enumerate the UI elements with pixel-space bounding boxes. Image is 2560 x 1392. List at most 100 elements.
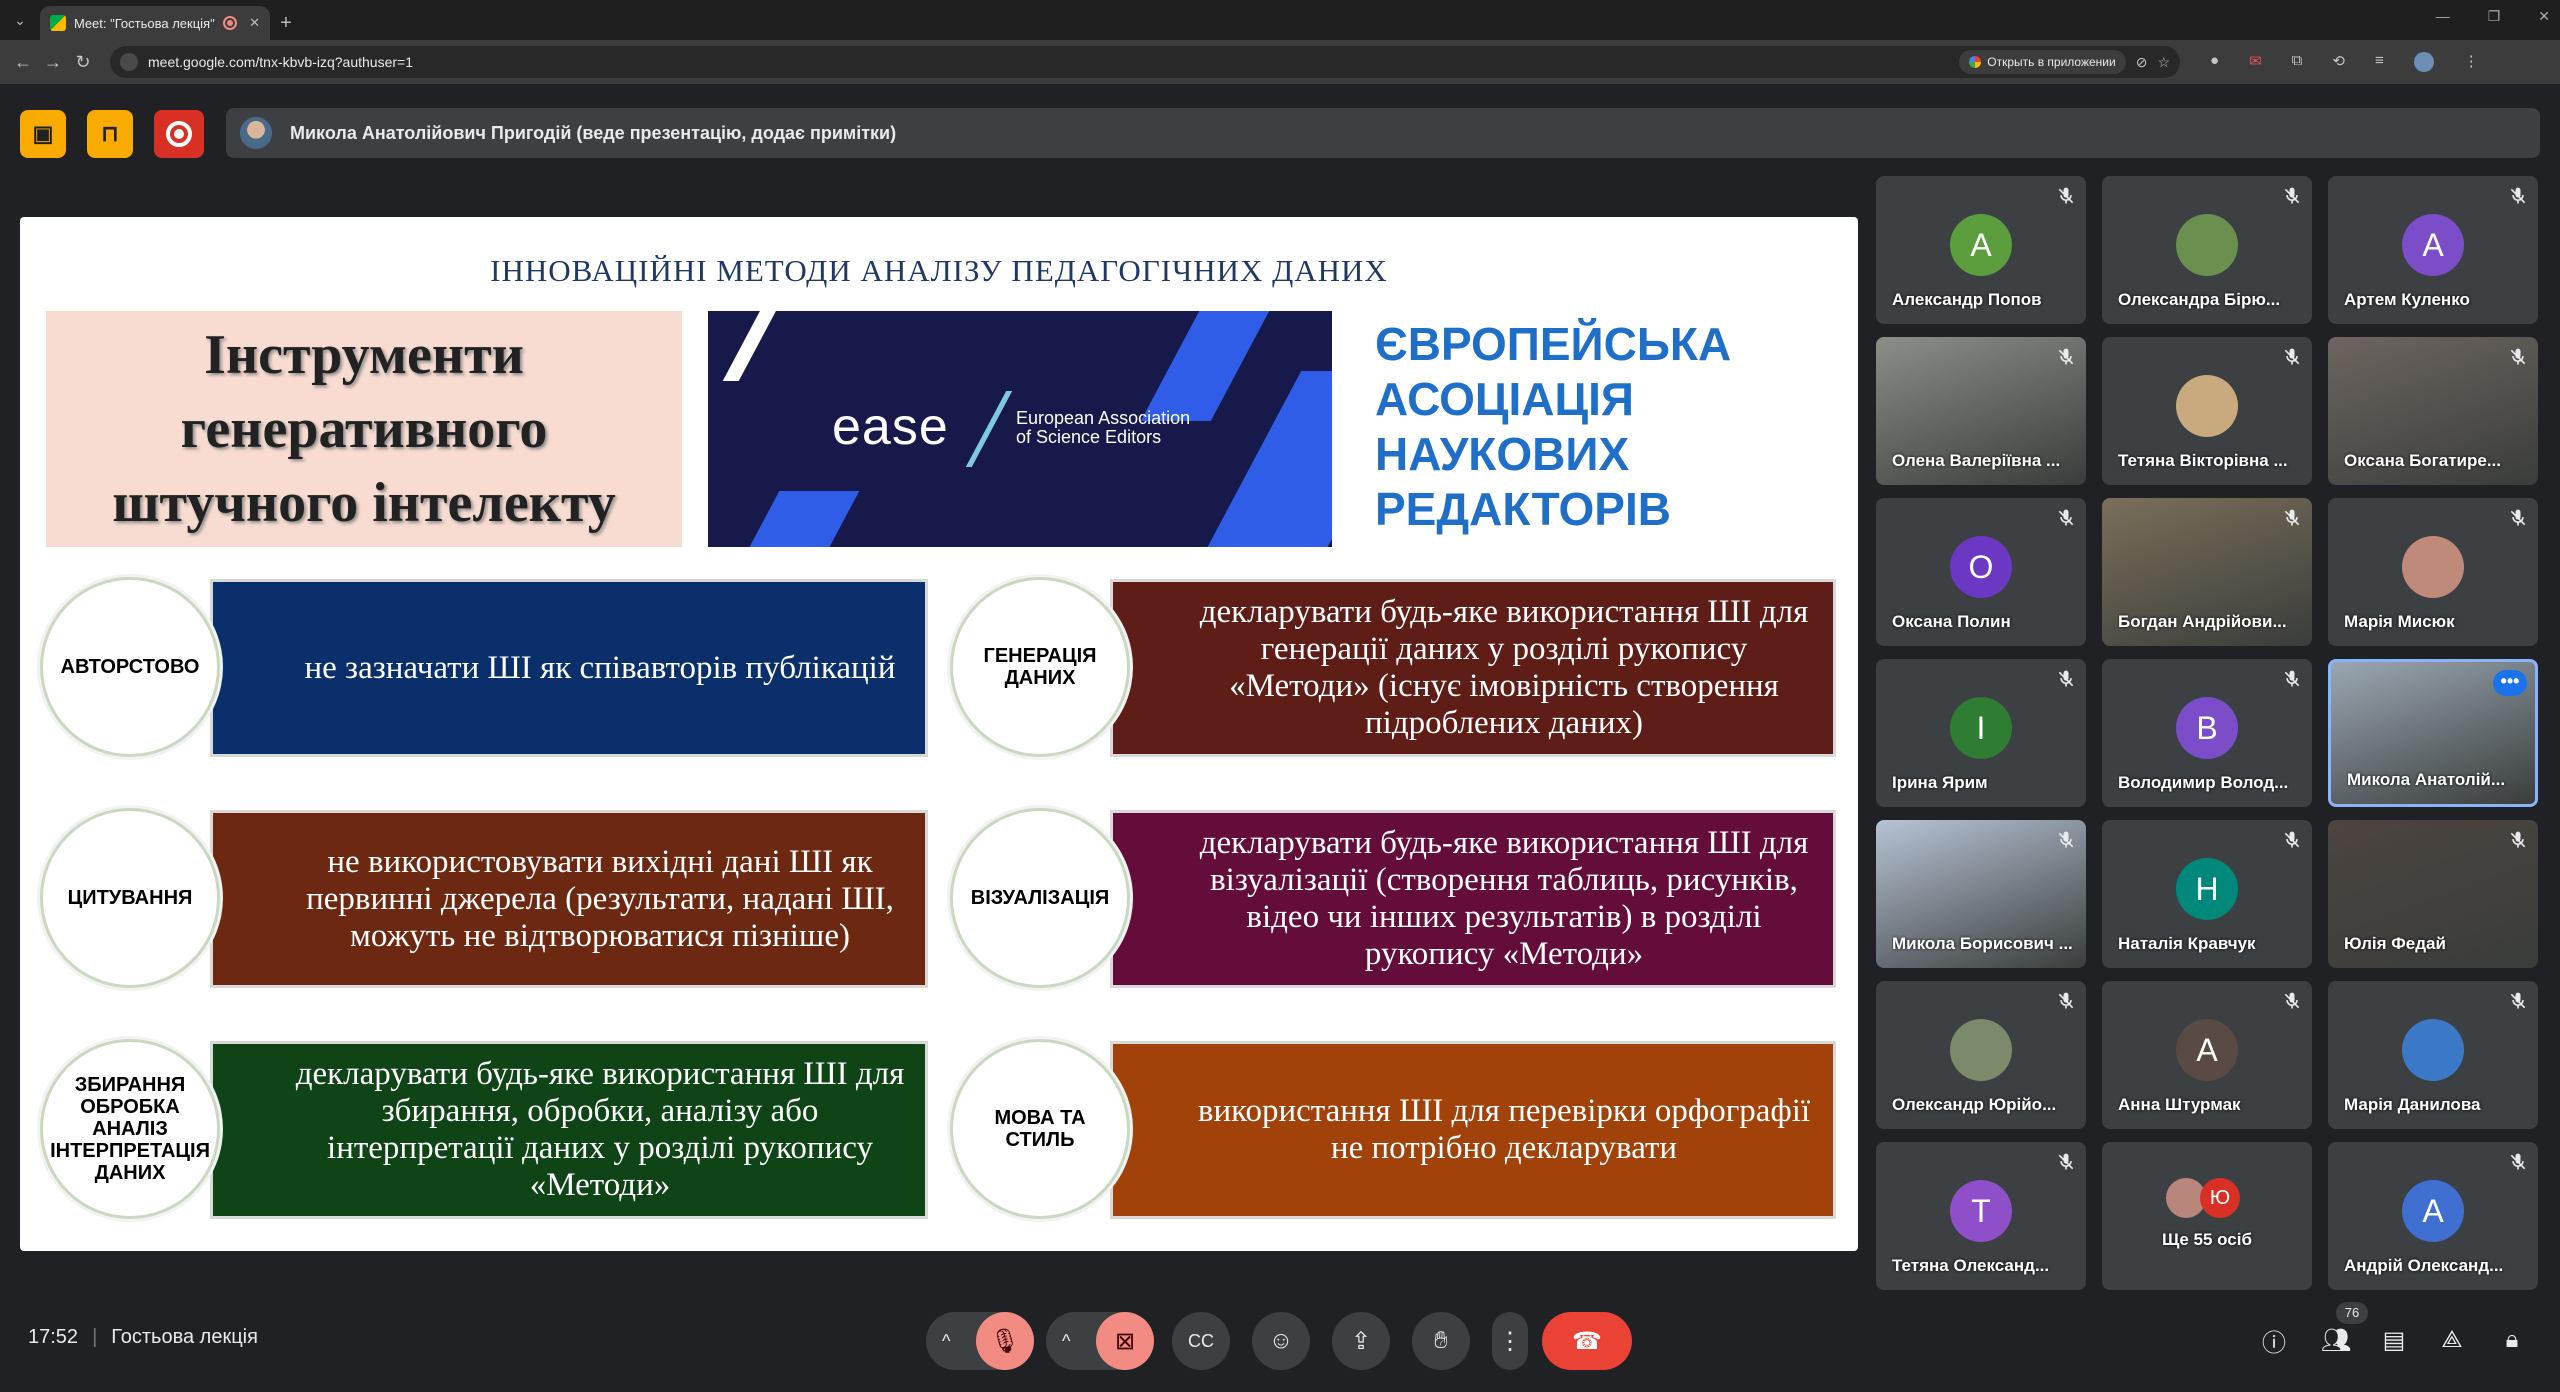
ease-logo-word: ease <box>832 398 949 456</box>
participant-tile[interactable]: О Оксана Полин <box>1876 498 2086 646</box>
mic-off-icon <box>2056 669 2076 689</box>
participant-tile[interactable]: Т Тетяна Олександ... <box>1876 1142 2086 1290</box>
item-text: використання ШІ для перевірки орфографії… <box>1197 1093 1811 1166</box>
tab-title: Meet: "Гостьова лекція" <box>74 15 215 31</box>
tab-search-icon[interactable]: ⌄ <box>0 0 40 40</box>
extension-icon[interactable]: ● <box>2210 52 2219 72</box>
more-options-button[interactable]: ⋮ <box>1492 1312 1528 1370</box>
host-controls-button[interactable]: 🔒︎ <box>2488 1316 2536 1364</box>
participant-tile[interactable]: Марія Мисюк <box>2328 498 2538 646</box>
raise-hand-button[interactable]: ✋︎ <box>1412 1312 1470 1370</box>
bookmark-star-icon[interactable]: ☆ <box>2157 54 2170 71</box>
mic-off-icon <box>2056 1152 2076 1172</box>
participant-tile[interactable]: Тетяна Вікторівна ... <box>2102 337 2312 485</box>
participant-tile[interactable]: Богдан Андрійови... <box>2102 498 2312 646</box>
mic-off-icon <box>2282 186 2302 206</box>
forward-icon[interactable]: → <box>38 52 68 73</box>
mic-off-icon <box>2508 1152 2528 1172</box>
browser-toolbar: ← → ↻ meet.google.com/tnx-kbvb-izq?authu… <box>0 40 2560 84</box>
participant-name: Анна Штурмак <box>2118 1095 2241 1114</box>
association-line: ЄВРОПЕЙСЬКА <box>1375 318 1732 370</box>
participant-avatar: Н <box>2176 858 2238 920</box>
present-screen-button[interactable]: ⇪ <box>1332 1312 1390 1370</box>
maximize-icon[interactable]: ❐ <box>2488 8 2501 25</box>
open-in-app-button[interactable]: Открыть в приложении <box>1959 50 2126 74</box>
leave-call-button[interactable]: ☎ <box>1542 1312 1632 1370</box>
camera-off-icon: ⊠ <box>1114 1327 1136 1355</box>
captions-button[interactable]: CC <box>1172 1312 1230 1370</box>
participant-avatar: А <box>2402 1180 2464 1242</box>
association-line: РЕДАКТОРІВ <box>1375 483 1671 535</box>
participant-tile[interactable]: Микола Борисович ... <box>1876 820 2086 968</box>
item-label-circle: ГЕНЕРАЦІЯ ДАНИХ <box>950 577 1130 757</box>
participant-tile[interactable]: Н Наталія Кравчук <box>2102 820 2312 968</box>
item-text: декларувати будь-яке використання ШІ для… <box>1199 825 1809 972</box>
ease-logo-subtitle: European Association of Science Editors <box>1016 409 1190 447</box>
participant-tile[interactable]: Ю Ще 55 осіб <box>2102 1142 2312 1290</box>
presentation-bar: ▣ ⊓ Микола Анатолійович Пригодій (веде п… <box>0 84 2560 180</box>
participant-tile[interactable]: А Анна Штурмак <box>2102 981 2312 1129</box>
close-window-icon[interactable]: ✕ <box>2538 8 2550 25</box>
participant-tile[interactable]: Оксана Богатире... <box>2328 337 2538 485</box>
participant-name: Оксана Богатире... <box>2344 451 2501 470</box>
participant-tile[interactable]: А Андрій Олександ... <box>2328 1142 2538 1290</box>
browser-tab-bar: ⌄ Meet: "Гостьова лекція" ✕ + — ❐ ✕ <box>0 0 2560 40</box>
chat-button[interactable]: ▤ <box>2370 1316 2418 1364</box>
mic-off-icon <box>2508 508 2528 528</box>
site-info-icon[interactable] <box>120 53 138 71</box>
item-text: декларувати будь-яке використання ШІ для… <box>1199 594 1809 741</box>
microphone-toggle-button[interactable]: 🎙︎ <box>976 1312 1034 1370</box>
browser-tab-meet[interactable]: Meet: "Гостьова лекція" ✕ <box>40 6 270 40</box>
tab-groups-icon[interactable]: ⟲ <box>2332 52 2345 72</box>
extensions-area: ● ✉ ⧉ ⟲ ≡ ⋮ <box>2210 52 2479 72</box>
mic-off-icon <box>2056 508 2076 528</box>
participant-tile[interactable]: Олександра Бірю... <box>2102 176 2312 324</box>
participant-tile[interactable]: Юлія Федай <box>2328 820 2538 968</box>
extensions-puzzle-icon[interactable]: ⧉ <box>2292 52 2303 72</box>
recording-button[interactable] <box>154 110 204 158</box>
participant-tile[interactable]: В Володимир Волод... <box>2102 659 2312 807</box>
stop-captions-icon[interactable]: ▣ <box>20 110 66 158</box>
presenter-avatar <box>240 117 272 149</box>
participant-tile[interactable]: Олександр Юрійо... <box>1876 981 2086 1129</box>
participant-name: Ірина Ярим <box>1892 773 1988 792</box>
reading-list-icon[interactable]: ≡ <box>2375 52 2384 72</box>
participant-name: Марія Данилова <box>2344 1095 2481 1114</box>
address-bar[interactable]: meet.google.com/tnx-kbvb-izq?authuser=1 … <box>110 46 2180 78</box>
participant-tile[interactable]: Марія Данилова <box>2328 981 2538 1129</box>
participant-avatar: І <box>1950 697 2012 759</box>
participant-tile[interactable]: Олена Валеріївна ... <box>1876 337 2086 485</box>
minimize-icon[interactable]: — <box>2436 8 2450 25</box>
lock-person-icon: 🔒︎ <box>2505 1326 2519 1353</box>
back-icon[interactable]: ← <box>8 52 38 73</box>
participant-tile[interactable]: ••• Микола Анатолій... <box>2328 659 2538 807</box>
item-text-bar: декларувати будь-яке використання ШІ для… <box>1110 579 1836 757</box>
activities-icon: ⟁ <box>2441 1326 2463 1353</box>
heading-line: генеративного <box>180 398 548 460</box>
meeting-details-button[interactable]: ⓘ <box>2250 1316 2298 1364</box>
participant-tile[interactable]: І Ірина Ярим <box>1876 659 2086 807</box>
presentation-mode-icon[interactable]: ⊓ <box>87 110 133 158</box>
emoji-reactions-button[interactable]: ☺ <box>1252 1312 1310 1370</box>
ease-logo: ease European Association of Science Edi… <box>708 311 1332 547</box>
meeting-info: 17:52 | Гостьова лекція <box>28 1326 258 1348</box>
activities-button[interactable]: ⟁ <box>2428 1316 2476 1364</box>
window-controls: — ❐ ✕ <box>2436 8 2550 25</box>
participant-name: Марія Мисюк <box>2344 612 2455 631</box>
new-tab-button[interactable]: + <box>270 6 302 40</box>
profile-avatar[interactable] <box>2413 52 2434 72</box>
association-title: ЄВРОПЕЙСЬКА АСОЦІАЦІЯ НАУКОВИХ РЕДАКТОРІ… <box>1375 317 1815 537</box>
reload-icon[interactable]: ↻ <box>68 52 98 73</box>
ease-sub-line: of Science Editors <box>1016 427 1162 447</box>
participant-tile[interactable]: А Александр Попов <box>1876 176 2086 324</box>
item-text-bar: використання ШІ для перевірки орфографії… <box>1110 1041 1836 1219</box>
participant-tile[interactable]: А Артем Куленко <box>2328 176 2538 324</box>
close-tab-icon[interactable]: ✕ <box>249 15 260 31</box>
participant-name: Олена Валеріївна ... <box>1892 451 2061 470</box>
camera-toggle-button[interactable]: ⊠ <box>1096 1312 1154 1370</box>
participant-name: Юлія Федай <box>2344 934 2446 953</box>
extension-icon[interactable]: ✉ <box>2249 52 2262 72</box>
menu-icon[interactable]: ⋮ <box>2464 52 2479 72</box>
people-button[interactable]: 👥︎ <box>2312 1316 2360 1364</box>
camera-blocked-icon[interactable]: ⊘ <box>2136 54 2148 71</box>
